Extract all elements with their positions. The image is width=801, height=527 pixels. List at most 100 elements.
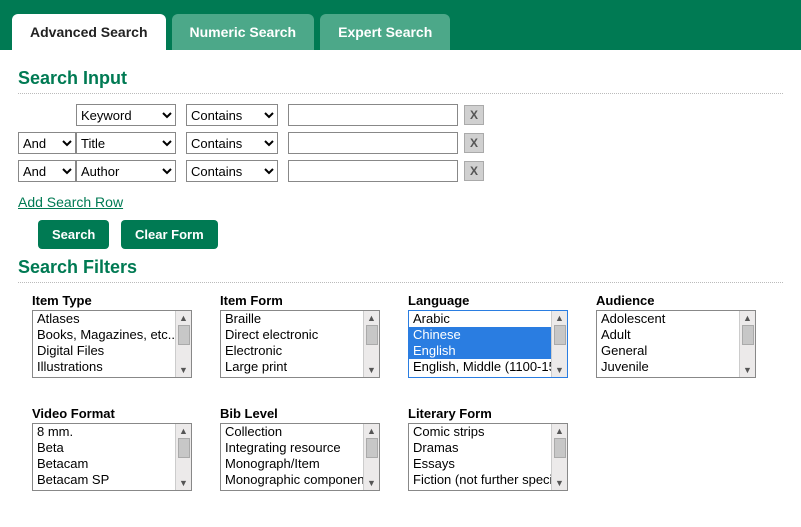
tab-expert-search[interactable]: Expert Search [320,14,450,50]
list-option[interactable]: Electronic [221,343,363,359]
filter-label: Language [408,293,568,308]
scroll-down-icon[interactable]: ▼ [552,363,567,377]
list-option[interactable]: Monograph/Item [221,456,363,472]
filter-language: Language ArabicChineseEnglishEnglish, Mid… [408,293,568,378]
filter-item-type: Item TypeAtlasesBooks, Magazines, etc...… [32,293,192,378]
filter-label: Video Format [32,406,192,421]
search-input-heading: Search Input [18,68,783,89]
scroll-down-icon[interactable]: ▼ [552,476,567,490]
item-form-listbox[interactable]: BrailleDirect electronicElectronicLarge … [220,310,380,378]
item-type-listbox[interactable]: AtlasesBooks, Magazines, etc...Digital F… [32,310,192,378]
literary-form-listbox[interactable]: Comic stripsDramasEssaysFiction (not fur… [408,423,568,491]
audience-listbox[interactable]: AdolescentAdultGeneralJuvenile▲▼ [596,310,756,378]
boolean-select[interactable]: AndOrNot [18,132,76,154]
scrollbar[interactable]: ▲▼ [551,424,567,490]
field-select[interactable]: KeywordTitleAuthorSubjectSeries [76,160,176,182]
list-option[interactable]: Adult [597,327,739,343]
scroll-up-icon[interactable]: ▲ [364,311,379,325]
scrollbar[interactable]: ▲▼ [175,311,191,377]
divider [18,93,783,94]
scroll-up-icon[interactable]: ▲ [552,424,567,438]
list-option[interactable]: Essays [409,456,551,472]
search-term-input[interactable] [288,132,458,154]
list-option[interactable]: Braille [221,311,363,327]
filter-literary-form: Literary Form Comic stripsDramasEssaysFic… [408,406,568,491]
tab-numeric-search[interactable]: Numeric Search [172,14,315,50]
list-option[interactable]: English [409,343,551,359]
add-search-row-link[interactable]: Add Search Row [18,194,123,210]
search-filters-heading: Search Filters [18,257,783,278]
language-listbox[interactable]: ArabicChineseEnglishEnglish, Middle (110… [408,310,568,378]
scrollbar[interactable]: ▲▼ [175,424,191,490]
scroll-thumb[interactable] [366,438,378,458]
scrollbar[interactable]: ▲▼ [739,311,755,377]
match-select[interactable]: ContainsStarts withExact [186,160,278,182]
filter-audience: AudienceAdolescentAdultGeneralJuvenile▲▼ [596,293,756,378]
filter-item-form: Item Form BrailleDirect electronicElectro… [220,293,380,378]
list-option[interactable]: Fiction (not further specifie [409,472,551,488]
filter-label: Audience [596,293,756,308]
list-option[interactable]: Dramas [409,440,551,456]
list-option[interactable]: Collection [221,424,363,440]
scrollbar[interactable]: ▲▼ [363,424,379,490]
scroll-up-icon[interactable]: ▲ [552,311,567,325]
scroll-thumb[interactable] [178,438,190,458]
search-row: AndOrNotKeywordTitleAuthorSubjectSeries C… [18,160,783,182]
scroll-thumb[interactable] [178,325,190,345]
list-option[interactable]: General [597,343,739,359]
scrollbar[interactable]: ▲▼ [551,311,567,377]
search-term-input[interactable] [288,104,458,126]
list-option[interactable]: Betacam SP [33,472,175,488]
list-option[interactable]: English, Middle (1100-150 [409,359,551,375]
scroll-down-icon[interactable]: ▼ [176,363,191,377]
list-option[interactable]: Direct electronic [221,327,363,343]
scroll-up-icon[interactable]: ▲ [364,424,379,438]
scroll-up-icon[interactable]: ▲ [176,424,191,438]
remove-row-button[interactable]: X [464,105,484,125]
list-option[interactable]: Betacam [33,456,175,472]
search-button[interactable]: Search [38,220,109,249]
scroll-down-icon[interactable]: ▼ [740,363,755,377]
list-option[interactable]: Beta [33,440,175,456]
video-format-listbox[interactable]: 8 mm.BetaBetacamBetacam SP▲▼ [32,423,192,491]
search-term-input[interactable] [288,160,458,182]
field-select[interactable]: KeywordTitleAuthorSubjectSeries [76,104,176,126]
search-row: KeywordTitleAuthorSubjectSeries ContainsS… [18,104,783,126]
list-option[interactable]: Atlases [33,311,175,327]
tab-advanced-search[interactable]: Advanced Search [12,14,166,50]
list-option[interactable]: Illustrations [33,359,175,375]
scroll-up-icon[interactable]: ▲ [176,311,191,325]
filter-label: Item Form [220,293,380,308]
match-select[interactable]: ContainsStarts withExact [186,132,278,154]
scroll-thumb[interactable] [554,438,566,458]
scroll-down-icon[interactable]: ▼ [364,476,379,490]
list-option[interactable]: Digital Files [33,343,175,359]
list-option[interactable]: Large print [221,359,363,375]
content-area: Search Input KeywordTitleAuthorSubjectSe… [0,50,801,501]
list-option[interactable]: Monographic component p [221,472,363,488]
filter-bib-level: Bib LevelCollectionIntegrating resourceM… [220,406,380,491]
scroll-up-icon[interactable]: ▲ [740,311,755,325]
scroll-thumb[interactable] [554,325,566,345]
list-option[interactable]: Integrating resource [221,440,363,456]
scrollbar[interactable]: ▲▼ [363,311,379,377]
remove-row-button[interactable]: X [464,133,484,153]
list-option[interactable]: Comic strips [409,424,551,440]
scroll-thumb[interactable] [742,325,754,345]
list-option[interactable]: Arabic [409,311,551,327]
match-select[interactable]: ContainsStarts withExact [186,104,278,126]
filter-label: Literary Form [408,406,568,421]
list-option[interactable]: Chinese [409,327,551,343]
scroll-down-icon[interactable]: ▼ [364,363,379,377]
scroll-down-icon[interactable]: ▼ [176,476,191,490]
remove-row-button[interactable]: X [464,161,484,181]
list-option[interactable]: 8 mm. [33,424,175,440]
scroll-thumb[interactable] [366,325,378,345]
list-option[interactable]: Juvenile [597,359,739,375]
bib-level-listbox[interactable]: CollectionIntegrating resourceMonograph/… [220,423,380,491]
list-option[interactable]: Adolescent [597,311,739,327]
clear-form-button[interactable]: Clear Form [121,220,218,249]
list-option[interactable]: Books, Magazines, etc... [33,327,175,343]
boolean-select[interactable]: AndOrNot [18,160,76,182]
field-select[interactable]: KeywordTitleAuthorSubjectSeries [76,132,176,154]
